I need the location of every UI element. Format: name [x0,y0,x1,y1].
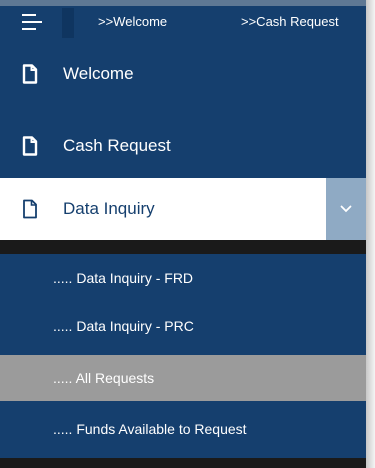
menu-item-label: Data Inquiry [63,199,155,218]
menu-item-welcome[interactable]: Welcome [0,44,366,104]
app-frame: >>Welcome >>Cash Request Welcome Cash Re… [0,0,375,468]
menu-item-label: Cash Request [63,136,171,155]
document-icon [22,64,38,84]
menu-item-data-inquiry[interactable]: Data Inquiry [0,178,366,240]
top-band [0,0,366,6]
submenu-divider-bottom [0,458,366,468]
submenu-item-funds-available[interactable]: ..... Funds Available to Request [0,403,366,455]
breadcrumb-separator [62,8,74,38]
panel-edge [366,0,375,468]
chevron-down-icon [340,205,352,213]
submenu-item-label: ..... Funds Available to Request [53,421,247,437]
menu-item-cash-request[interactable]: Cash Request [0,116,366,176]
document-icon [22,136,38,156]
submenu-item-data-inquiry-prc[interactable]: ..... Data Inquiry - PRC [0,302,366,350]
menu-item-label: Welcome [63,64,134,83]
submenu-divider-top [0,240,366,254]
submenu-item-label: ..... All Requests [53,370,155,386]
submenu-item-label: ..... Data Inquiry - FRD [53,270,194,286]
breadcrumb-welcome[interactable]: >>Welcome [98,14,167,29]
expand-toggle[interactable] [326,178,366,240]
top-bar: >>Welcome >>Cash Request [0,0,366,44]
submenu-item-label: ..... Data Inquiry - PRC [53,318,194,334]
submenu-item-data-inquiry-frd[interactable]: ..... Data Inquiry - FRD [0,254,366,302]
hamburger-icon[interactable] [22,13,44,31]
submenu-item-all-requests[interactable]: ..... All Requests [0,355,366,401]
document-icon [23,199,37,219]
navigation-panel: >>Welcome >>Cash Request Welcome Cash Re… [0,0,366,468]
breadcrumb-cash-request[interactable]: >>Cash Request [241,14,339,29]
